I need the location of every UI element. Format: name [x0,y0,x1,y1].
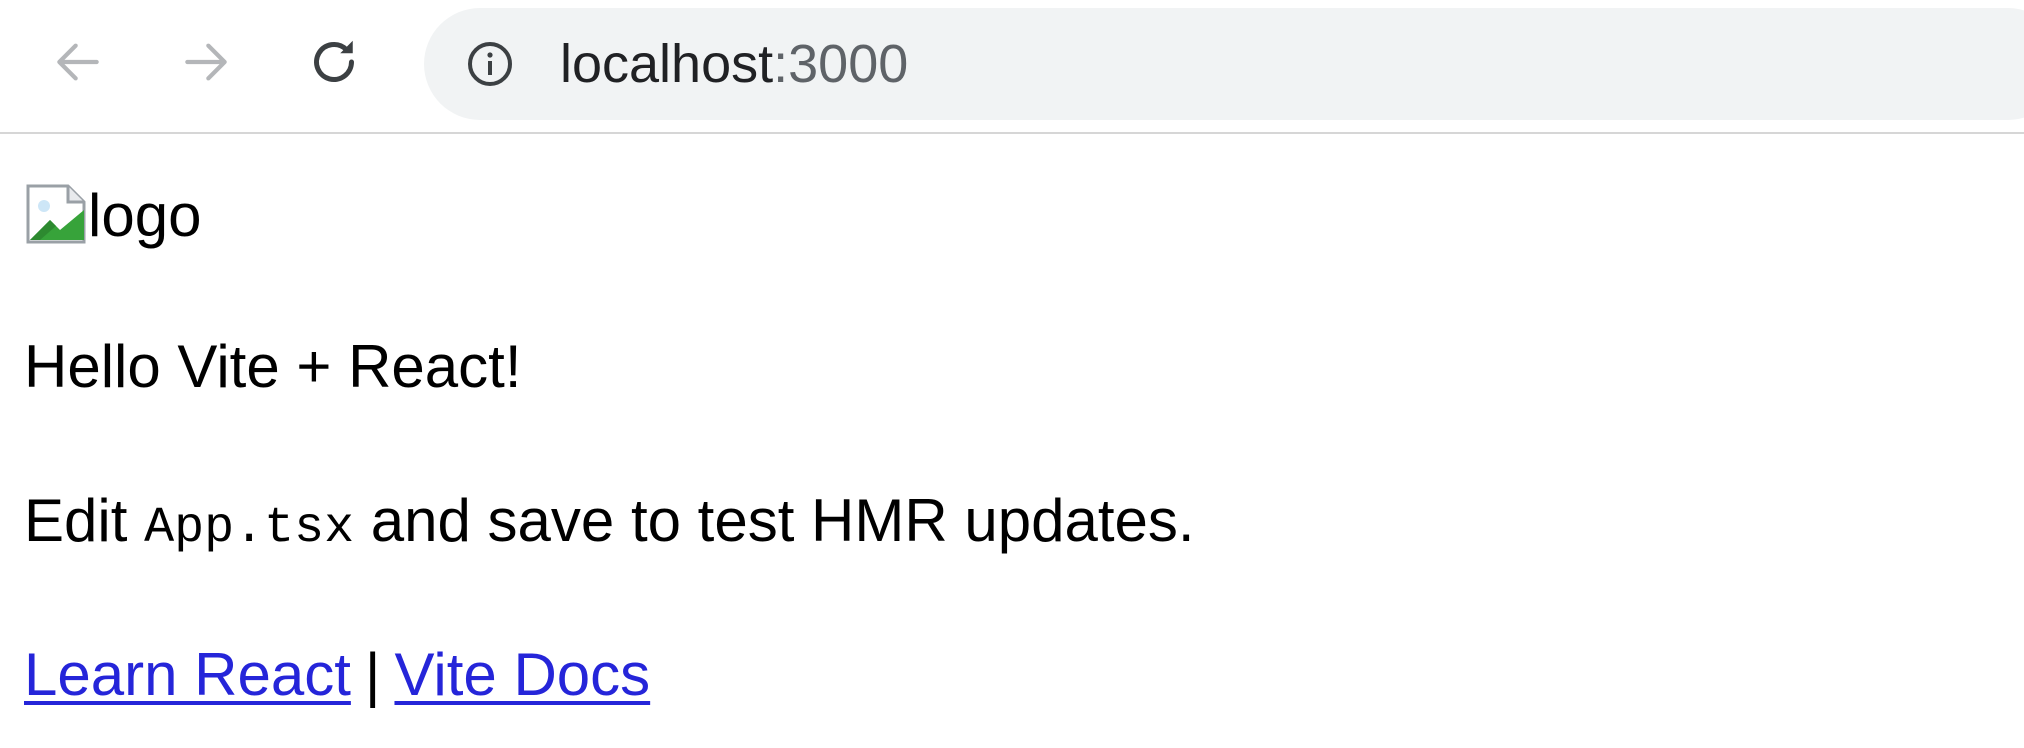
link-separator: | [364,641,381,708]
arrow-right-icon [185,43,227,81]
address-bar[interactable]: localhost:3000 [424,8,2024,120]
vite-docs-link[interactable]: Vite Docs [394,641,650,708]
edit-suffix: and save to test HMR updates. [354,487,1195,554]
url-host: localhost [560,34,774,94]
hello-heading: Hello Vite + React! [24,333,522,400]
learn-react-link[interactable]: Learn React [24,641,351,708]
edit-prefix: Edit [24,487,145,554]
code-filename: App.tsx [144,500,355,557]
logo-alt-text: logo [88,182,202,249]
broken-image-icon [26,184,86,244]
edit-instructions: Edit App.tsx and save to test HMR update… [24,486,1195,564]
browser-toolbar: localhost:3000 [0,0,2024,134]
back-button[interactable] [42,26,114,98]
reload-icon [314,40,354,82]
reload-button[interactable] [298,26,370,98]
links-row: Learn React | Vite Docs [24,640,650,710]
logo-image: logo [24,174,201,246]
url-text[interactable]: localhost:3000 [560,34,908,94]
arrow-left-icon [57,43,99,81]
info-icon[interactable] [466,40,514,88]
forward-button[interactable] [170,26,242,98]
url-port: :3000 [773,34,909,94]
